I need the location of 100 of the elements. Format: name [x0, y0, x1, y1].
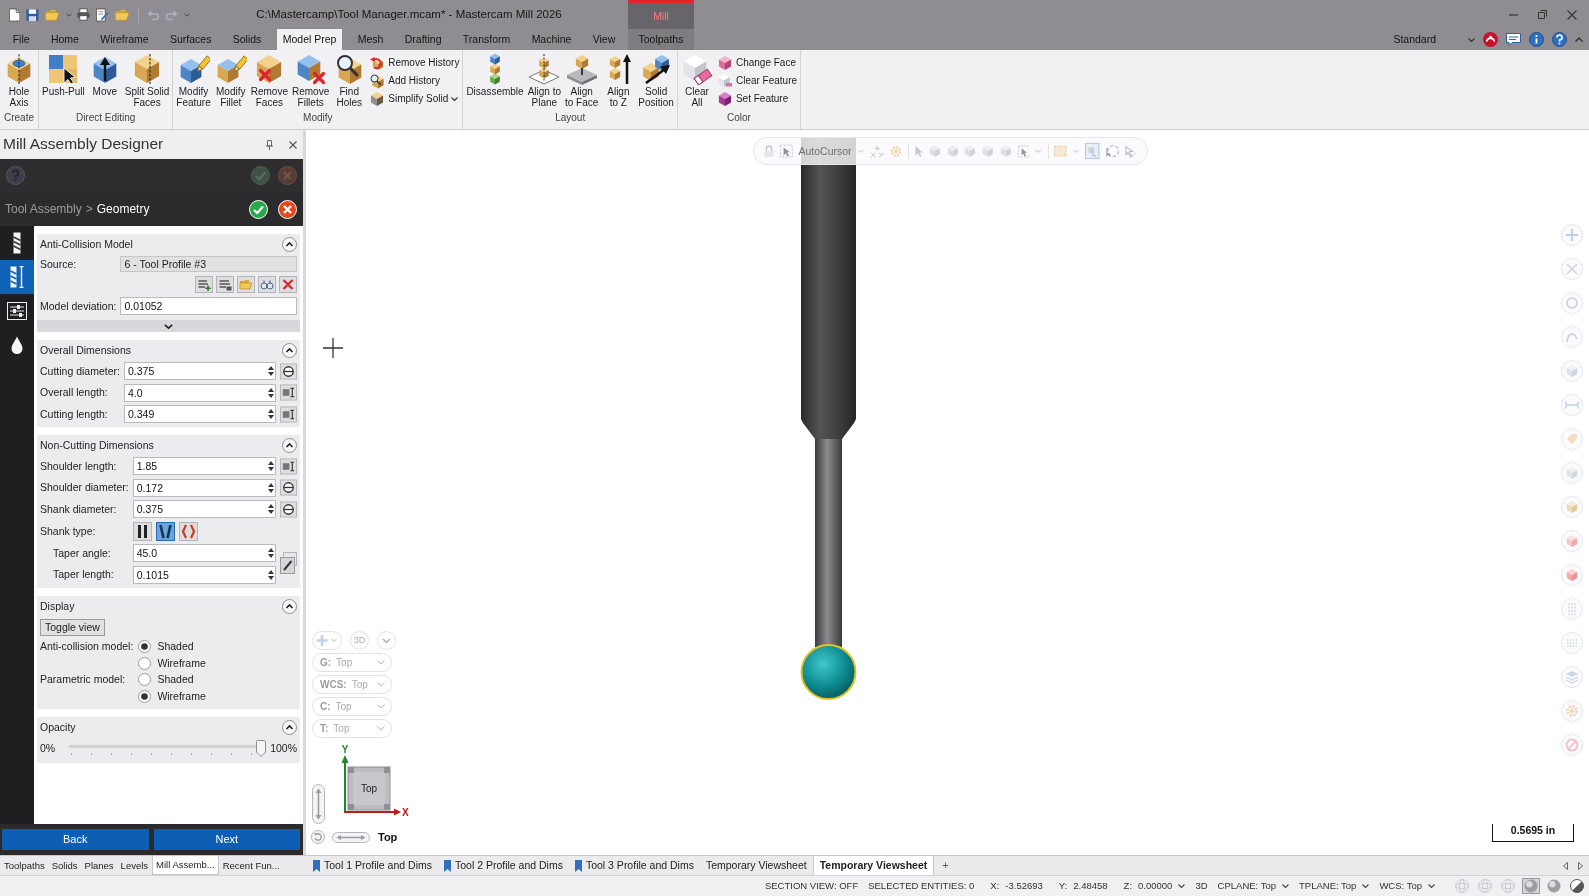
layers-add-icon[interactable] [195, 276, 213, 293]
caret-icon[interactable] [451, 97, 459, 101]
layers-icon[interactable] [216, 276, 234, 293]
ribbon-button[interactable]: Move [86, 53, 123, 97]
new-file-icon[interactable] [9, 6, 21, 23]
folder-icon[interactable] [45, 7, 60, 22]
ribbon-button[interactable]: Remove Fillets [290, 53, 332, 108]
panel-tab[interactable]: Mill Assemb... [152, 856, 219, 875]
add-tab-button[interactable]: + [934, 856, 957, 875]
shaded-sphere-icon[interactable] [1545, 878, 1563, 894]
document-edit-icon[interactable] [96, 6, 110, 23]
ribbon-button[interactable]: Clear All [678, 53, 715, 108]
select-mode-icon[interactable] [1085, 142, 1100, 160]
restore-icon[interactable] [1538, 10, 1547, 19]
vertical-pan-icon[interactable] [312, 784, 325, 824]
status-dropdown[interactable]: 0.00000 [1138, 880, 1173, 892]
viewsheet-tab[interactable]: Temporary Viewsheet [699, 856, 813, 875]
collapse-icon[interactable] [282, 237, 297, 252]
reverse-taper-icon[interactable] [178, 521, 198, 541]
ribbon-button[interactable]: Solid Position [636, 53, 676, 108]
deviation-field[interactable]: 0.01052 [120, 297, 297, 315]
pin-icon[interactable] [266, 139, 273, 150]
length-icon[interactable] [280, 384, 297, 401]
view-cube[interactable] [347, 766, 391, 811]
close-icon[interactable] [289, 140, 297, 149]
scroll-right-icon[interactable] [1578, 861, 1583, 870]
help-icon[interactable] [1552, 32, 1567, 47]
collapse-icon[interactable] [282, 343, 297, 358]
snap-point-icon[interactable] [869, 144, 885, 158]
ribbon-button[interactable]: Hole Axis [1, 53, 37, 108]
spinner-icon[interactable] [266, 383, 276, 402]
diameter-icon[interactable] [280, 479, 297, 496]
panel-tab[interactable]: Levels [117, 856, 152, 875]
ribbon-button[interactable]: Align to Plane [525, 53, 563, 108]
ribbon-button[interactable]: Change Face [714, 54, 800, 72]
ribbon-tab[interactable]: File [6, 29, 36, 50]
minimize-icon[interactable] [1509, 13, 1518, 16]
source-field[interactable]: 6 - Tool Profile #3 [120, 256, 297, 272]
viewsheet-tab[interactable]: Temporary Viewsheet [812, 856, 935, 875]
plus-icon[interactable] [1561, 224, 1583, 246]
binoculars-icon[interactable] [258, 276, 276, 293]
ribbon-tab[interactable]: Drafting [398, 29, 448, 50]
spinner-icon[interactable] [266, 362, 276, 380]
ribbon-button[interactable]: Disassemble [464, 53, 526, 97]
ribbon-tab[interactable]: Home [44, 29, 85, 50]
ribbon-button[interactable]: Modify Feature [174, 53, 213, 108]
panel-tab[interactable]: Toolpaths [1, 856, 48, 875]
redo-icon[interactable] [165, 8, 179, 21]
curve-icon[interactable] [1561, 326, 1583, 348]
badge-icon[interactable] [1483, 32, 1498, 47]
panel-tab[interactable]: Planes [81, 856, 117, 875]
collapse-icon[interactable] [282, 598, 297, 614]
collapse-icon[interactable] [282, 438, 297, 453]
status-dropdown[interactable]: WCS: Top [1379, 880, 1422, 892]
prohibit-icon[interactable] [1561, 734, 1583, 756]
ribbon-tab[interactable]: Wireframe [94, 29, 155, 50]
taper-icon[interactable] [155, 521, 175, 541]
ribbon-tab[interactable]: Model Prep [276, 29, 343, 50]
half-shaded-sphere-icon[interactable] [1568, 878, 1586, 894]
spinner-icon[interactable] [266, 565, 276, 584]
caret-icon[interactable] [1282, 884, 1289, 888]
status-dropdown[interactable]: TPLANE: Top [1299, 880, 1357, 892]
cube-icon[interactable] [1561, 530, 1583, 552]
undo-icon[interactable] [146, 8, 160, 21]
radio-button[interactable] [138, 673, 152, 687]
horizontal-pan-icon[interactable] [332, 832, 370, 843]
printer-icon[interactable] [77, 7, 91, 22]
circle-icon[interactable] [1561, 292, 1583, 314]
ribbon-button[interactable]: Set Feature [714, 90, 800, 108]
save-icon[interactable] [26, 6, 40, 23]
ribbon-tab[interactable]: Mesh [351, 29, 390, 50]
comment-icon[interactable] [1506, 33, 1521, 46]
ribbon-button[interactable]: Add History [367, 72, 462, 90]
lock-icon[interactable] [764, 144, 774, 158]
slider-thumb[interactable] [256, 740, 267, 757]
ribbon-tab[interactable]: Solids [226, 29, 268, 50]
collapse-icon[interactable] [282, 719, 297, 735]
radio-button[interactable] [138, 640, 152, 654]
cursor-icon[interactable] [914, 144, 924, 158]
ribbon-tab[interactable]: Surfaces [164, 29, 218, 50]
spinner-icon[interactable] [266, 478, 276, 497]
ribbon-button[interactable]: Find Holes [331, 53, 368, 108]
arrow-icon[interactable] [1125, 144, 1137, 158]
rotate-icon[interactable] [311, 830, 325, 844]
delete-icon[interactable] [279, 276, 297, 293]
spinner-icon[interactable] [266, 544, 276, 562]
ribbon-button[interactable]: Split Solid Faces [122, 53, 172, 108]
ribbon-button[interactable]: Remove Faces [248, 53, 290, 108]
autocursor-dropdown[interactable]: AutoCursor [798, 144, 852, 158]
ribbon-button[interactable]: Modify Fillet [212, 53, 249, 108]
caret-icon[interactable] [1428, 884, 1435, 888]
scroll-left-icon[interactable] [1563, 861, 1568, 870]
axes-icon[interactable] [1561, 258, 1583, 280]
info-icon[interactable] [1529, 32, 1544, 47]
ribbon-tab[interactable]: Machine [525, 29, 578, 50]
chevron-down-icon[interactable] [164, 323, 173, 329]
radio-button[interactable] [138, 689, 152, 703]
ribbon-tab[interactable]: View [586, 29, 622, 50]
panel-tab[interactable]: Recent Fun... [219, 856, 283, 875]
caret-icon[interactable] [1362, 884, 1370, 888]
